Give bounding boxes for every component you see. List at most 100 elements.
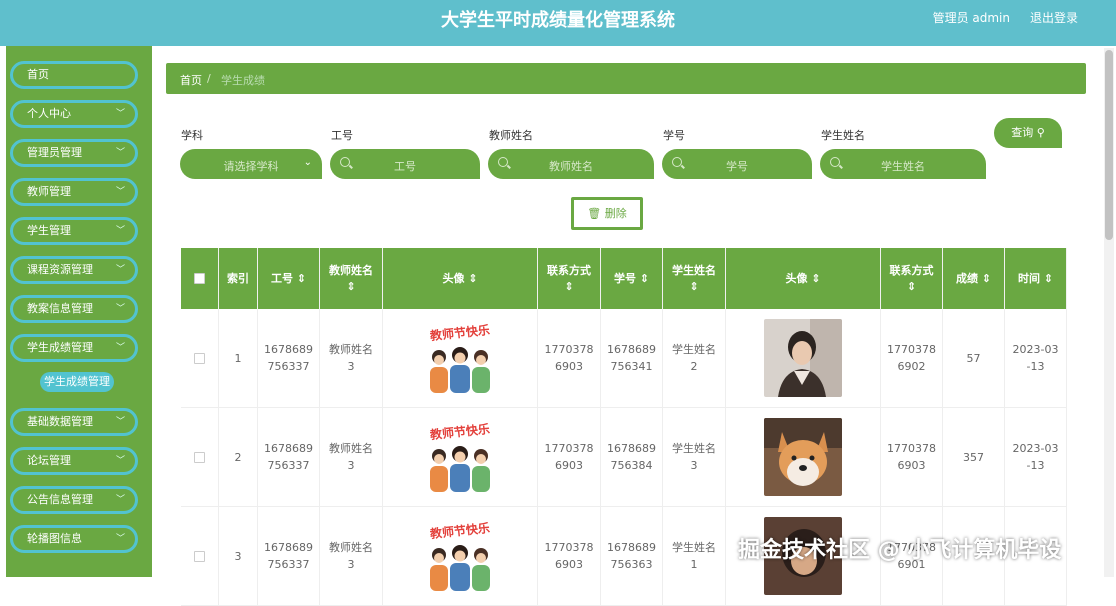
sidebar-item-label: 公告信息管理 (27, 493, 93, 506)
page-scrollbar[interactable] (1104, 48, 1114, 577)
col-teacher-avatar[interactable]: 头像 ⇕ (383, 248, 538, 309)
teacher-day-poster: 教师节快乐 (421, 321, 499, 395)
row-checkbox-cell[interactable] (181, 507, 219, 606)
sidebar-item-carousel[interactable]: 轮播图信息 ﹀ (10, 525, 138, 553)
chevron-down-icon: ﹀ (115, 417, 125, 427)
chevron-down-icon: ﹀ (115, 187, 125, 197)
sidebar-item-label: 轮播图信息 (27, 532, 82, 545)
cell-teacher-name: 教师姓名 3 (320, 408, 383, 507)
sort-icon: ⇕ (689, 279, 699, 293)
col-student-contact-label: 联系方式 (889, 263, 934, 277)
cell-student-avatar (726, 309, 881, 408)
sidebar-item-label: 个人中心 (27, 107, 71, 120)
chevron-down-icon: ﹀ (115, 265, 125, 275)
cell-student-avatar (726, 408, 881, 507)
teacher-name-label: 教师姓名 (489, 129, 533, 142)
sidebar-item-label: 首页 (27, 68, 49, 81)
logout-link[interactable]: 退出登录 (1030, 9, 1078, 26)
admin-label: 管理员 admin (932, 11, 1010, 25)
col-score[interactable]: 成绩 ⇕ (943, 248, 1005, 309)
dog-photo (764, 418, 842, 496)
sidebar-item-lesson-plans[interactable]: 教案信息管理 ﹀ (10, 295, 138, 323)
student-name-placeholder: 学生姓名 (881, 160, 925, 173)
cell-teacher-avatar: 教师节快乐 (383, 408, 538, 507)
col-student-no[interactable]: 学号 ⇕ (601, 248, 663, 309)
sidebar-item-scores-mgmt[interactable]: 学生成绩管理 ﹀ (10, 334, 138, 362)
sidebar-subitem-scores[interactable]: 学生成绩管理 (40, 372, 114, 392)
delete-button[interactable]: 🗑 删除 (571, 197, 643, 230)
sidebar-item-label: 基础数据管理 (27, 415, 93, 428)
col-teacher-name[interactable]: 教师姓名 ⇕ (320, 248, 383, 309)
cell-teacher-contact: 1770378 6903 (538, 309, 601, 408)
student-no-label: 学号 (663, 129, 685, 142)
student-name-input[interactable]: 学生姓名 (820, 149, 986, 179)
cell-index: 1 (219, 309, 258, 408)
subject-placeholder: 请选择学科 (223, 160, 279, 173)
cell-student-name: 学生姓名 3 (663, 408, 726, 507)
sidebar-item-profile[interactable]: 个人中心 ﹀ (10, 100, 138, 128)
sidebar-item-label: 管理员管理 (27, 146, 82, 159)
select-all-checkbox[interactable] (194, 273, 205, 284)
cell-staff-no: 1678689 756337 (258, 507, 320, 606)
cell-teacher-contact: 1770378 6903 (538, 408, 601, 507)
table-row[interactable]: 2 1678689 756337 教师姓名 3 教师节快乐 1770378 69… (181, 408, 1070, 507)
cell-teacher-avatar: 教师节快乐 (383, 309, 538, 408)
row-checkbox-cell[interactable] (181, 309, 219, 408)
teacher-day-poster: 教师节快乐 (421, 420, 499, 494)
sidebar-item-label: 教师管理 (27, 185, 71, 198)
col-student-name[interactable]: 学生姓名 ⇕ (663, 248, 726, 309)
row-checkbox-cell[interactable] (181, 408, 219, 507)
row-checkbox[interactable] (194, 550, 205, 562)
chevron-down-icon: ﹀ (115, 534, 125, 544)
breadcrumb-home[interactable]: 首页 (180, 72, 202, 88)
sort-icon: ⇕ (564, 279, 574, 293)
cell-teacher-contact: 1770378 6903 (538, 507, 601, 606)
col-teacher-contact[interactable]: 联系方式 ⇕ (538, 248, 601, 309)
sidebar-item-course-resources[interactable]: 课程资源管理 ﹀ (10, 256, 138, 284)
student-name-label: 学生姓名 (821, 129, 865, 142)
cell-time: 2023-03 -13 (1005, 408, 1067, 507)
cell-student-no: 1678689 756341 (601, 309, 663, 408)
col-student-contact[interactable]: 联系方式 ⇕ (881, 248, 943, 309)
cell-teacher-name: 教师姓名 3 (320, 507, 383, 606)
scrollbar-thumb[interactable] (1105, 50, 1113, 240)
staff-no-input[interactable]: 工号 (330, 149, 480, 179)
col-time[interactable]: 时间 ⇕ (1005, 248, 1067, 309)
cell-score: 57 (943, 309, 1005, 408)
sidebar-item-label: 课程资源管理 (27, 263, 93, 276)
people-illustration-icon (430, 446, 490, 492)
table-row[interactable]: 1 1678689 756337 教师姓名 3 教师节快乐 1770378 69… (181, 309, 1070, 408)
cell-teacher-avatar: 教师节快乐 (383, 507, 538, 606)
cell-student-no: 1678689 756384 (601, 408, 663, 507)
chevron-down-icon: ﹀ (115, 109, 125, 119)
sidebar-item-teacher-mgmt[interactable]: 教师管理 ﹀ (10, 178, 138, 206)
teacher-day-poster: 教师节快乐 (421, 519, 499, 593)
sidebar-item-home[interactable]: 首页 (10, 61, 138, 89)
sidebar-item-admin-mgmt[interactable]: 管理员管理 ﹀ (10, 139, 138, 167)
people-illustration-icon (430, 545, 490, 591)
row-checkbox[interactable] (194, 352, 205, 364)
cell-teacher-name: 教师姓名 3 (320, 309, 383, 408)
row-checkbox[interactable] (194, 451, 205, 463)
sidebar-item-announcements[interactable]: 公告信息管理 ﹀ (10, 486, 138, 514)
sidebar-item-base-data[interactable]: 基础数据管理 ﹀ (10, 408, 138, 436)
staff-no-placeholder: 工号 (394, 160, 416, 173)
col-student-avatar[interactable]: 头像 ⇕ (726, 248, 881, 309)
chevron-down-icon: ﹀ (115, 226, 125, 236)
subject-select[interactable]: 请选择学科 ⌄ (180, 149, 322, 179)
sort-icon: ⇕ (346, 279, 356, 293)
sidebar-item-student-mgmt[interactable]: 学生管理 ﹀ (10, 217, 138, 245)
col-staff-no[interactable]: 工号 ⇕ (258, 248, 320, 309)
sort-icon: ⇕ (906, 279, 917, 293)
student-no-input[interactable]: 学号 (662, 149, 812, 179)
col-teacher-contact-label: 联系方式 (547, 263, 591, 277)
select-all-header[interactable] (181, 248, 219, 309)
cell-staff-no: 1678689 756337 (258, 309, 320, 408)
teacher-name-placeholder: 教师姓名 (549, 160, 593, 173)
sidebar-item-forum[interactable]: 论坛管理 ﹀ (10, 447, 138, 475)
cell-student-name: 学生姓名 2 (663, 309, 726, 408)
teacher-name-input[interactable]: 教师姓名 (488, 149, 654, 179)
breadcrumb-separator: / (207, 72, 211, 85)
watermark-text: 掘金技术社区 @ 小飞计算机毕设 (738, 538, 1062, 563)
query-button[interactable]: 查询 ⚲ (994, 118, 1062, 148)
